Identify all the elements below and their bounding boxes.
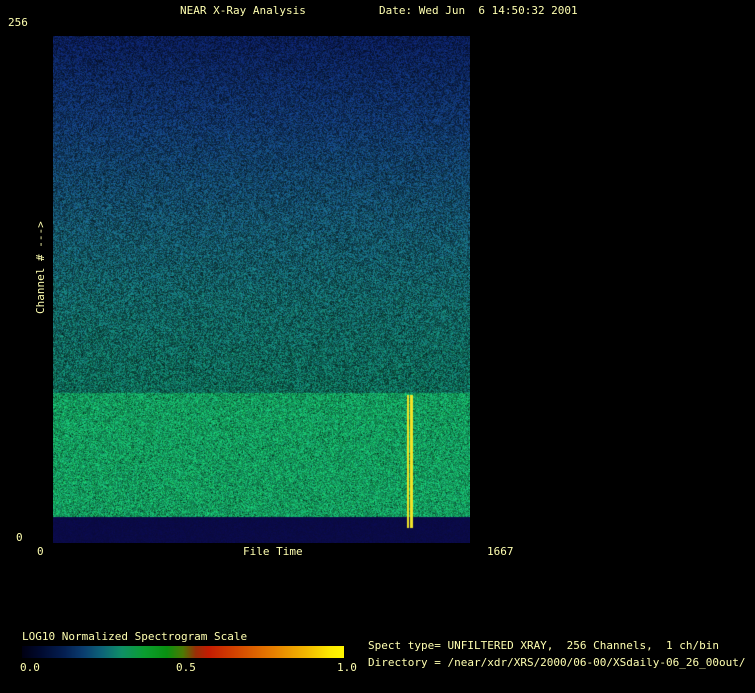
x-axis-max-tick: 1667 <box>487 545 514 558</box>
spect-type-info: Spect type= UNFILTERED XRAY, 256 Channel… <box>368 639 719 652</box>
spectrogram-canvas <box>53 36 470 543</box>
colorbar-tick-1: 1.0 <box>337 661 357 674</box>
near-xray-analysis-window: NEAR X-Ray Analysis Date: Wed Jun 6 14:5… <box>0 0 755 693</box>
colorbar-title: LOG10 Normalized Spectrogram Scale <box>22 630 247 643</box>
y-axis-max-tick: 256 <box>8 16 28 29</box>
y-axis-min-tick: 0 <box>16 531 23 544</box>
colorbar-tick-05: 0.5 <box>176 661 196 674</box>
colorbar-gradient <box>22 646 344 658</box>
y-axis-title: Channel # ---> <box>34 200 47 314</box>
x-axis-min-tick: 0 <box>37 545 44 558</box>
x-axis-title: File Time <box>243 545 303 558</box>
directory-info: Directory = /near/xdr/XRS/2000/06-00/XSd… <box>368 656 746 669</box>
page-title: NEAR X-Ray Analysis <box>180 4 306 17</box>
colorbar-tick-0: 0.0 <box>20 661 40 674</box>
date-label: Date: Wed Jun 6 14:50:32 2001 <box>379 4 578 17</box>
